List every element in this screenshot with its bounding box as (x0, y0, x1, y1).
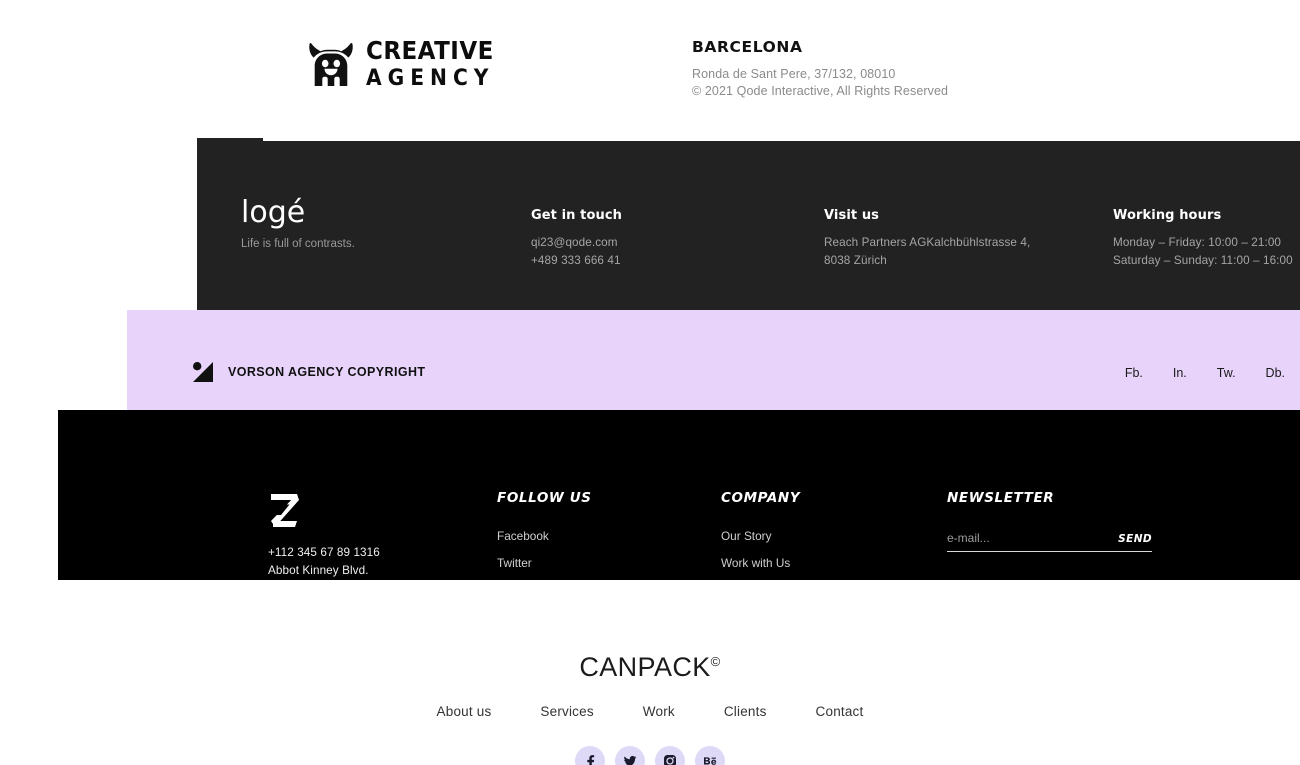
city-title: BARCELONA (692, 38, 803, 56)
dark-grey-footer-section: logé Life is full of contrasts. Get in t… (197, 138, 1300, 310)
copyright-text: © 2021 Qode Interactive, All Rights Rese… (692, 84, 949, 98)
hours-weekend: Saturday – Sunday: 11:00 – 16:00 (1113, 254, 1293, 267)
column-heading: Visit us (824, 208, 880, 223)
visit-us-column: Visit us Reach Partners AGKalchbühlstras… (824, 208, 1030, 267)
instagram-icon (664, 755, 676, 765)
logo-line-1: CREATIVE (366, 36, 494, 65)
newsletter-send-button[interactable]: SEND (1118, 533, 1152, 545)
dark-section-top-notch (263, 138, 1300, 141)
vorson-copyright-text: VORSON AGENCY COPYRIGHT (228, 365, 426, 379)
monster-icon (306, 42, 356, 87)
working-hours-column: Working hours Monday – Friday: 10:00 – 2… (1113, 208, 1293, 267)
nav-work[interactable]: Work (643, 704, 675, 719)
newsletter-email-input[interactable] (947, 531, 1087, 545)
creative-agency-logo[interactable]: CREATIVE AGENCY (306, 38, 506, 90)
barcelona-address-block: BARCELONA Ronda de Sant Pere, 37/132, 08… (692, 38, 948, 98)
hours-weekdays: Monday – Friday: 10:00 – 21:00 (1113, 236, 1282, 249)
link-work-with-us[interactable]: Work with Us (721, 556, 800, 570)
creative-agency-wordmark: CREATIVE AGENCY (366, 38, 506, 90)
social-button-twitter[interactable] (615, 746, 645, 765)
social-button-behance[interactable] (695, 746, 725, 765)
social-button-facebook[interactable] (575, 746, 605, 765)
footer-showcase-page: CREATIVE AGENCY BARCELONA Ronda de Sant … (0, 0, 1300, 765)
black-address: Abbot Kinney Blvd. (268, 564, 369, 577)
nav-clients[interactable]: Clients (724, 704, 767, 719)
social-button-instagram[interactable] (655, 746, 685, 765)
loge-tagline: Life is full of contrasts. (241, 238, 355, 250)
visit-address-line-2: 8038 Zürich (824, 254, 887, 267)
twitter-icon (624, 755, 637, 765)
bottom-white-section: CANPACK© About us Services Work Clients … (0, 580, 1300, 765)
canpack-social-row (0, 746, 1300, 765)
loge-brand-block[interactable]: logé Life is full of contrasts. (241, 195, 355, 251)
phone-link[interactable]: +489 333 666 41 (531, 254, 622, 267)
canpack-brand-mark: © (710, 654, 721, 669)
nav-about-us[interactable]: About us (437, 704, 492, 719)
social-link-tw[interactable]: Tw. (1217, 366, 1236, 380)
column-heading: Get in touch (531, 208, 623, 223)
vorson-logo[interactable]: VORSON AGENCY COPYRIGHT (191, 360, 425, 384)
facebook-icon (587, 755, 595, 765)
column-heading: COMPANY (721, 490, 801, 506)
visit-address-line-1: Reach Partners AGKalchbühlstrasse 4, (824, 236, 1031, 249)
logo-line-2: AGENCY (366, 66, 495, 91)
lavender-copyright-section: VORSON AGENCY COPYRIGHT Fb. In. Tw. Db. (127, 310, 1300, 410)
social-link-fb[interactable]: Fb. (1125, 366, 1143, 380)
newsletter-heading: NEWSLETTER (947, 490, 1055, 506)
loge-brand-name: logé (241, 195, 306, 230)
behance-icon (704, 757, 717, 765)
lavender-social-links: Fb. In. Tw. Db. (1125, 366, 1285, 380)
link-twitter[interactable]: Twitter (497, 556, 592, 570)
follow-us-column: FOLLOW US Facebook Twitter (497, 490, 592, 570)
canpack-brand-title: CANPACK© (0, 652, 1300, 683)
newsletter-form: SEND (947, 531, 1152, 552)
nav-services[interactable]: Services (540, 704, 593, 719)
email-link[interactable]: qi23@qode.com (531, 236, 622, 249)
street-address: Ronda de Sant Pere, 37/132, 08010 (692, 67, 896, 81)
link-facebook[interactable]: Facebook (497, 529, 592, 543)
canpack-nav: About us Services Work Clients Contact (0, 704, 1300, 719)
social-link-db[interactable]: Db. (1266, 366, 1285, 380)
canpack-brand-name: CANPACK (579, 652, 711, 682)
get-in-touch-column: Get in touch qi23@qode.com +489 333 666 … (531, 208, 622, 267)
triangle-circle-icon (191, 360, 215, 384)
top-white-section: CREATIVE AGENCY BARCELONA Ronda de Sant … (0, 0, 1300, 138)
column-heading: FOLLOW US (497, 490, 592, 506)
company-column: COMPANY Our Story Work with Us (721, 490, 800, 570)
black-phone: +112 345 67 89 1316 (268, 546, 380, 559)
link-our-story[interactable]: Our Story (721, 529, 800, 543)
social-link-in[interactable]: In. (1173, 366, 1187, 380)
black-footer-section: +112 345 67 89 1316 Abbot Kinney Blvd. F… (58, 410, 1300, 580)
column-heading: Working hours (1113, 208, 1222, 223)
newsletter-column: NEWSLETTER SEND (947, 490, 1152, 552)
nav-contact[interactable]: Contact (816, 704, 864, 719)
